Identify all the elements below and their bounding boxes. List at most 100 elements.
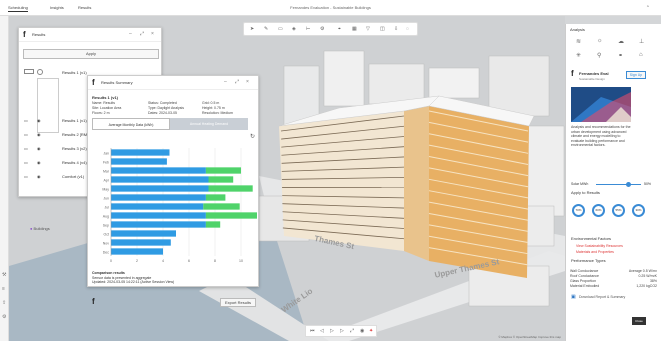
cloud-icon[interactable]: ☁ — [618, 38, 624, 45]
y-tick-label: Jul — [105, 205, 110, 209]
refresh-icon[interactable]: ↻ — [250, 133, 255, 140]
report-icon: ▣ — [571, 294, 576, 300]
brand-name: Fernandes Eval — [579, 71, 609, 76]
gauge: 70% — [572, 204, 585, 217]
thermometer-icon[interactable]: ⚲ — [597, 52, 601, 59]
y-tick-label: Jun — [103, 196, 109, 200]
minimize-icon[interactable]: – — [129, 31, 132, 37]
close-button[interactable]: Close — [632, 317, 646, 325]
chart-bar — [111, 212, 206, 219]
resource-link[interactable]: Materials and Properties — [576, 250, 614, 254]
first-icon[interactable]: ⏮ — [310, 328, 315, 334]
link-icon[interactable]: ⚭ — [618, 52, 623, 59]
ruler-icon[interactable]: ⊢ — [306, 26, 310, 32]
brand-sub: Sustainable Design — [579, 77, 605, 81]
camera-icon[interactable]: ◉ — [360, 328, 364, 334]
layers-icon[interactable]: ◫ — [380, 26, 385, 32]
hammer-icon[interactable]: ⚒ — [2, 272, 6, 278]
left-rail: ⚒ ≡ ⇪ ⚙ — [0, 16, 9, 341]
meta-col-1: Name: Results Site: Location Area Floors… — [92, 101, 121, 116]
eye-icon[interactable]: ◉ — [37, 174, 41, 179]
user-icon[interactable]: ◔ — [646, 4, 649, 10]
chart-bar — [111, 185, 209, 192]
chart-bar — [111, 248, 163, 255]
grid-icon[interactable]: ▦ — [352, 26, 357, 32]
results-panel-header: f Results – ⤢ × — [19, 28, 161, 42]
map-attribution[interactable]: © Mapbox © OpenStreetMap Improve this ma… — [498, 335, 561, 339]
pen-icon[interactable]: ✎ — [264, 26, 268, 32]
eye-icon[interactable]: ◉ — [37, 118, 41, 123]
level-icon[interactable]: ⊥ — [639, 38, 644, 45]
next-icon[interactable]: ▷ — [340, 328, 344, 334]
table-title: Performance Types — [571, 258, 606, 263]
table-row-value: 0.25 W/m²K — [638, 274, 657, 278]
eye-icon[interactable]: ◉ — [37, 146, 41, 151]
playback-bar: ⏮ ◁ ▷ ▷ ⤢ ◉ ✦ — [305, 325, 377, 337]
settings-icon[interactable]: ⚙ — [2, 314, 6, 320]
minimize-icon[interactable]: – — [224, 79, 227, 85]
chart-bar — [203, 203, 240, 210]
eye-icon[interactable] — [37, 69, 43, 75]
resource-link[interactable]: View Sustainability Resources — [576, 244, 623, 248]
y-tick-label: Mar — [103, 169, 110, 173]
result-row-label: Results 2 [RM] — [62, 132, 89, 137]
sun-icon[interactable]: ☼ — [597, 38, 603, 44]
chart-bar — [111, 176, 209, 183]
cube-icon[interactable]: ◈ — [292, 26, 296, 32]
fullscreen-icon[interactable]: ⤢ — [350, 328, 354, 334]
expand-icon[interactable]: ⤢ — [235, 79, 239, 85]
wind-icon[interactable]: ≋ — [576, 38, 581, 45]
chart-bar — [111, 203, 204, 210]
top-bar: Scheduling Insights Results Fernandes Ev… — [0, 0, 661, 16]
box-icon[interactable]: ▭ — [278, 26, 283, 32]
chart-bar — [111, 158, 167, 165]
y-tick-label: Jan — [103, 151, 109, 155]
eye-icon[interactable]: ◉ — [37, 160, 41, 165]
settings-icon[interactable]: ⚙ — [320, 26, 324, 32]
close-icon[interactable]: × — [151, 31, 154, 37]
y-tick-label: Oct — [104, 232, 109, 236]
toggle-label: Solar MWh — [571, 182, 589, 186]
x-tick-label: 6 — [188, 259, 190, 263]
map-icon[interactable]: ⌂ — [639, 52, 643, 58]
table-row-label: Material Embodied — [570, 284, 600, 288]
expand-icon[interactable]: ⤢ — [140, 31, 144, 37]
play-icon[interactable]: ▷ — [330, 328, 334, 334]
measure-icon[interactable]: ⌖ — [338, 26, 341, 32]
eye-icon[interactable]: ◉ — [37, 132, 41, 137]
y-tick-label: Nov — [103, 241, 109, 245]
table-row-label: Wall Conductance — [570, 269, 599, 273]
slider-thumb[interactable] — [626, 182, 631, 187]
result-row-label: Comfort (v1) — [62, 174, 85, 179]
filter-icon[interactable]: ▽ — [366, 26, 370, 32]
upload-icon[interactable]: ⇪ — [2, 300, 6, 306]
apply-button[interactable]: Apply — [23, 49, 159, 59]
chart-bar — [111, 149, 170, 156]
buildings-label[interactable]: ● Buildings — [30, 226, 50, 231]
tab-monthly-data[interactable]: Average Monthly Data (kWh) — [92, 118, 170, 130]
brand-logo-icon: f — [92, 297, 95, 306]
download-icon[interactable]: ⇩ — [394, 26, 398, 32]
pin-icon[interactable]: ✦ — [369, 328, 373, 334]
table-row-label: Roof Conductance — [570, 274, 599, 278]
signup-button[interactable]: Sign Up — [626, 71, 646, 79]
compass-icon[interactable]: ✳ — [576, 52, 581, 59]
chart-area: 0 2 4 6 8 10 Jan Feb Mar Apr May Jun Jul Aug Sep Oct Nov… — [102, 148, 257, 263]
tab-heating-demand[interactable]: Annual Heating Demand — [170, 118, 248, 130]
slider-track[interactable] — [596, 184, 641, 185]
close-icon[interactable]: × — [246, 79, 249, 85]
chart-panel-header: f Results Summary – ⤢ × — [88, 76, 258, 90]
download-report-link[interactable]: Download Report & Summary — [579, 295, 625, 299]
layers-icon[interactable]: ≡ — [2, 286, 5, 292]
toggle-icon[interactable] — [24, 69, 34, 74]
table-row-label: Glass Proportion — [570, 279, 597, 283]
chart-bar — [111, 221, 206, 228]
result-row-label: Results 1 (v1) — [62, 118, 87, 123]
hide-icon[interactable]: ◌ — [406, 26, 409, 32]
y-tick-label: Sep — [103, 223, 109, 227]
prev-icon[interactable]: ◁ — [320, 328, 324, 334]
brand-logo-icon: f — [571, 69, 574, 78]
buildings-label-text: Buildings — [33, 226, 50, 231]
cursor-icon[interactable]: ➤ — [250, 26, 254, 32]
export-button[interactable]: Export Results — [220, 298, 256, 307]
